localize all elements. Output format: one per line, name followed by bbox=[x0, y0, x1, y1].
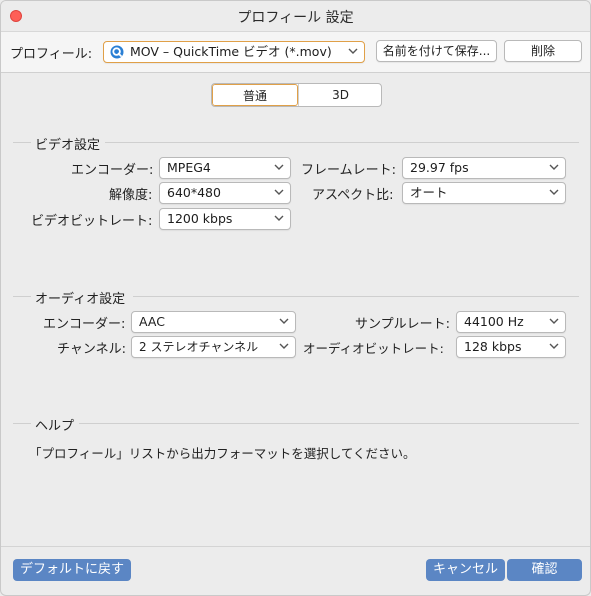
chevron-down-icon bbox=[549, 343, 559, 349]
framerate-value: 29.97 fps bbox=[410, 160, 469, 175]
ok-button[interactable]: 確認 bbox=[507, 559, 582, 581]
audio-section-divider bbox=[133, 296, 579, 297]
profile-select-value: MOV – QuickTime ビデオ (*.mov) bbox=[130, 44, 332, 59]
quicktime-icon bbox=[110, 45, 124, 58]
title-bar: プロフィール 設定 bbox=[1, 1, 590, 31]
chevron-down-icon bbox=[274, 164, 284, 170]
samplerate-select[interactable]: 44100 Hz bbox=[456, 311, 566, 333]
resolution-select[interactable]: 640*480 bbox=[159, 182, 291, 204]
video-section-divider-left bbox=[13, 142, 31, 143]
video-bitrate-label: ビデオビットレート: bbox=[31, 214, 153, 229]
window-title: プロフィール 設定 bbox=[237, 10, 354, 26]
chevron-down-icon bbox=[274, 189, 284, 195]
chevron-down-icon bbox=[549, 189, 559, 195]
aspect-ratio-label: アスペクト比: bbox=[312, 188, 394, 203]
audio-section-divider-left bbox=[13, 296, 31, 297]
channel-label: チャンネル: bbox=[57, 342, 126, 357]
audio-bitrate-value: 128 kbps bbox=[464, 339, 522, 354]
help-text: 「プロフィール」リストから出力フォーマットを選択してください。 bbox=[29, 446, 416, 461]
aspect-ratio-value: オート bbox=[410, 185, 448, 200]
channel-value: 2 ステレオチャンネル bbox=[139, 340, 259, 354]
aspect-ratio-select[interactable]: オート bbox=[402, 182, 566, 204]
resolution-value: 640*480 bbox=[167, 185, 221, 200]
framerate-select[interactable]: 29.97 fps bbox=[402, 157, 566, 179]
video-settings-title: ビデオ設定 bbox=[35, 138, 101, 153]
samplerate-value: 44100 Hz bbox=[464, 314, 524, 329]
chevron-down-icon bbox=[279, 318, 289, 324]
video-bitrate-select[interactable]: 1200 kbps bbox=[159, 208, 291, 230]
video-bitrate-value: 1200 kbps bbox=[167, 211, 233, 226]
video-section-divider bbox=[105, 142, 579, 143]
cancel-button[interactable]: キャンセル bbox=[426, 559, 505, 581]
chevron-down-icon bbox=[348, 48, 358, 54]
resolution-label: 解像度: bbox=[109, 188, 153, 203]
profile-select[interactable]: MOV – QuickTime ビデオ (*.mov) bbox=[103, 41, 365, 63]
channel-select[interactable]: 2 ステレオチャンネル bbox=[131, 336, 296, 358]
audio-encoder-label: エンコーダー: bbox=[43, 317, 126, 332]
chevron-down-icon bbox=[274, 215, 284, 221]
tab-3d[interactable]: 3D bbox=[298, 84, 381, 106]
audio-bitrate-select[interactable]: 128 kbps bbox=[456, 336, 566, 358]
tab-normal[interactable]: 普通 bbox=[212, 84, 298, 106]
video-encoder-select[interactable]: MPEG4 bbox=[159, 157, 291, 179]
framerate-label: フレームレート: bbox=[301, 163, 396, 178]
profile-settings-window: プロフィール 設定 プロフィール: MOV – QuickTime ビデオ (*… bbox=[0, 0, 591, 596]
video-encoder-value: MPEG4 bbox=[167, 160, 211, 175]
audio-encoder-select[interactable]: AAC bbox=[131, 311, 296, 333]
chevron-down-icon bbox=[549, 318, 559, 324]
help-section-divider-left bbox=[13, 423, 31, 424]
samplerate-label: サンプルレート: bbox=[355, 317, 450, 332]
video-encoder-label: エンコーダー: bbox=[71, 163, 154, 178]
chevron-down-icon bbox=[549, 164, 559, 170]
mode-tabs: 普通 3D bbox=[211, 83, 382, 107]
help-section-divider bbox=[79, 423, 579, 424]
audio-settings-title: オーディオ設定 bbox=[35, 292, 126, 307]
audio-encoder-value: AAC bbox=[139, 314, 165, 329]
save-as-button[interactable]: 名前を付けて保存... bbox=[376, 40, 497, 62]
profile-label: プロフィール: bbox=[10, 47, 93, 62]
help-title: ヘルプ bbox=[35, 419, 75, 434]
chevron-down-icon bbox=[279, 343, 289, 349]
audio-bitrate-label: オーディオビットレート: bbox=[303, 341, 444, 356]
delete-button[interactable]: 削除 bbox=[504, 40, 582, 62]
restore-default-button[interactable]: デフォルトに戻す bbox=[13, 559, 131, 581]
footer-divider bbox=[1, 546, 590, 547]
profile-bar: プロフィール: MOV – QuickTime ビデオ (*.mov) 名前を付… bbox=[1, 31, 590, 73]
